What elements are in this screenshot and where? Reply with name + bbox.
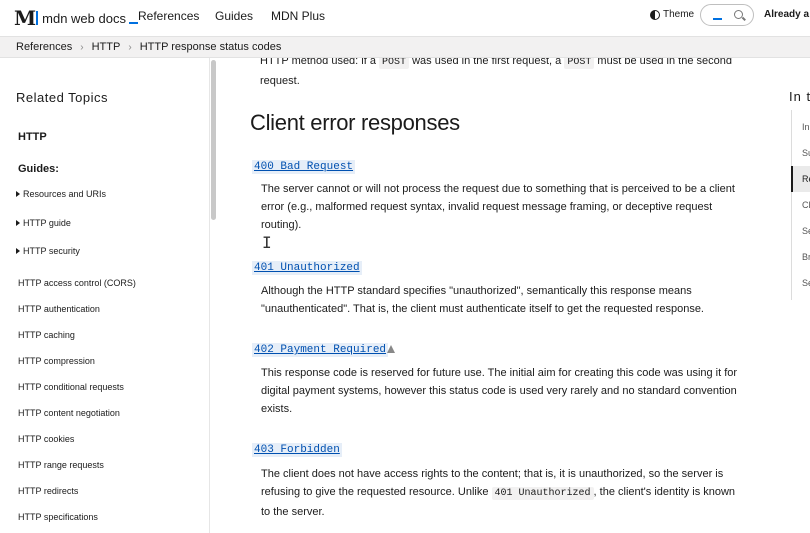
description-line: to the server. [261,506,325,518]
description-line: The server cannot or will not process th… [261,183,735,195]
section-heading: Client error responses [250,110,460,135]
text-cursor-icon: I [262,233,272,252]
search-caret-icon [713,18,722,20]
inline-code: POST [564,58,595,69]
sidebar-item-content-negotiation[interactable]: HTTP content negotiation [18,408,120,418]
sidebar-item-cors[interactable]: HTTP access control (CORS) [18,278,136,288]
sidebar-item-label: HTTP guide [23,218,71,228]
status-description-403: The client does not have access rights t… [261,465,735,521]
search-input[interactable] [700,4,754,26]
main-content: HTTP method used: if a POST was used in … [222,58,770,533]
theme-button[interactable]: Theme [650,9,694,20]
theme-label: Theme [663,9,695,20]
caret-right-icon [16,248,20,254]
breadcrumb-references[interactable]: References [16,41,72,53]
logo-underscore-icon [128,22,138,24]
sidebar-item-label: HTTP security [23,246,80,256]
sidebar-item-redirects[interactable]: HTTP redirects [18,486,78,496]
status-link-401[interactable]: 401 Unauthorized [252,261,362,275]
sidebar-item-cookies[interactable]: HTTP cookies [18,434,74,444]
caret-right-icon [16,191,20,197]
table-of-contents: In Su Re Cl Se Br Se [791,110,810,300]
sidebar-item-range-requests[interactable]: HTTP range requests [18,460,104,470]
inline-code: 401 Unauthorized [491,487,594,500]
sidebar-item-conditional-requests[interactable]: HTTP conditional requests [18,382,124,392]
mdn-logo[interactable]: M mdn web docs [14,6,138,30]
description-line: Although the HTTP standard specifies "un… [261,285,692,297]
intro-text: request. [260,75,300,87]
status-description-401: Although the HTTP standard specifies "un… [261,282,704,318]
chevron-right-icon: › [128,42,132,53]
search-icon [734,10,743,19]
breadcrumb: References › HTTP › HTTP response status cod… [0,36,810,58]
sidebar-item-caching[interactable]: HTTP caching [18,330,75,340]
sidebar-item-authentication[interactable]: HTTP authentication [18,304,100,314]
status-link-403[interactable]: 403 Forbidden [252,443,342,457]
theme-icon [650,9,660,20]
top-header: M mdn web docs References Guides MDN Plu… [0,0,810,36]
status-description-400: The server cannot or will not process th… [261,180,735,234]
toc-item[interactable]: Se [802,226,810,236]
mdn-m-icon: M [14,6,39,30]
intro-paragraph: HTTP method used: if a POST was used in … [260,58,732,90]
sidebar-item-http-security[interactable]: HTTP security [16,246,80,256]
breadcrumb-http[interactable]: HTTP [92,41,121,53]
description-line: The client does not have access rights t… [261,468,724,480]
sidebar-item-compression[interactable]: HTTP compression [18,356,95,366]
caret-right-icon [16,220,20,226]
nav-guides[interactable]: Guides [215,9,253,23]
description-line: exists. [261,403,293,415]
sidebar: Related Topics HTTP Guides: Resources an… [0,58,210,533]
status-description-402: This response code is reserved for futur… [261,364,737,418]
sidebar-item-label: Resources and URIs [23,189,107,199]
intro-text: was used in the first request, a [409,58,565,67]
description-line: error (e.g., malformed request syntax, i… [261,201,713,213]
sidebar-item-http[interactable]: HTTP [18,131,47,143]
chevron-right-icon: › [80,42,84,53]
description-line: "unauthenticated". That is, the client m… [261,303,704,315]
sidebar-guides-heading: Guides: [18,163,59,175]
toc-item[interactable]: Br [802,252,810,262]
toc-item[interactable]: In [802,122,810,132]
nav-mdn-plus[interactable]: MDN Plus [271,9,325,23]
sidebar-item-specifications[interactable]: HTTP specifications [18,512,98,522]
login-link[interactable]: Already a s [764,9,810,20]
nav-references[interactable]: References [138,9,199,23]
description-line: routing). [261,219,302,231]
experimental-flask-icon [387,345,395,353]
sidebar-item-http-guide[interactable]: HTTP guide [16,218,71,228]
inline-code: POST [379,58,410,69]
description-line: refusing to give the requested resource.… [261,486,492,498]
description-line: This response code is reserved for futur… [261,367,738,379]
toc-item[interactable]: Su [802,148,810,158]
toc-item-active[interactable]: Re [802,174,810,184]
status-link-400[interactable]: 400 Bad Request [252,160,356,174]
intro-text: HTTP method used: if a [260,58,380,67]
toc-item[interactable]: Cl [802,200,810,210]
sidebar-title: Related Topics [16,90,109,105]
logo-text: mdn web docs [42,10,126,26]
toc-title: In t [789,89,810,104]
description-line: digital payment systems, however this st… [261,385,737,397]
status-link-402[interactable]: 402 Payment Required [252,343,389,357]
breadcrumb-status-codes[interactable]: HTTP response status codes [140,41,282,53]
intro-text: must be used in the second [594,58,732,67]
description-line: , the client's identity is known [593,486,736,498]
sidebar-scrollbar[interactable] [211,60,216,220]
toc-item[interactable]: Se [802,278,810,288]
sidebar-item-resources-uris[interactable]: Resources and URIs [16,189,106,199]
